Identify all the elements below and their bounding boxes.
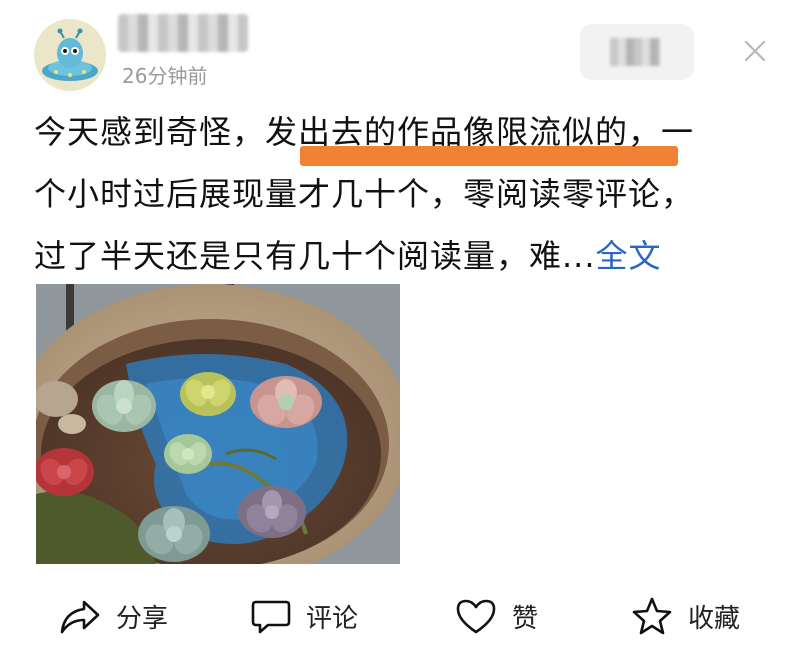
post-text-segment: ，一 [628,113,695,151]
close-button[interactable] [740,36,770,66]
post-text-segment: 今天感到奇怪， [34,113,266,151]
post-line-2: 个小时过后展现量才几十个，零阅读零评论， [34,175,695,213]
comment-label: 评论 [306,603,359,634]
share-icon [60,600,100,634]
star-icon [632,597,672,635]
alien-avatar-icon [34,19,106,91]
action-bar: 分享 评论 赞 收藏 [0,590,800,645]
post-card: 26分钟前 今天感到奇怪，发出去的作品像限流似的，一 个小时过后展现量才几十个，… [0,0,800,645]
post-time: 26分钟前 [122,64,208,88]
succulent-pot-image [36,284,400,564]
post-image[interactable] [36,284,400,564]
share-button[interactable]: 分享 [58,594,168,638]
read-more-link[interactable]: 全文 [596,237,662,275]
highlighted-text: 发出去的作品像限流似的 [265,113,629,151]
follow-button[interactable] [580,24,694,80]
post-body[interactable]: 今天感到奇怪，发出去的作品像限流似的，一 个小时过后展现量才几十个，零阅读零评论… [34,101,774,287]
share-label: 分享 [116,603,169,634]
post-line-1: 今天感到奇怪，发出去的作品像限流似的，一 [34,101,774,163]
favorite-button[interactable]: 收藏 [630,594,740,638]
comment-icon [251,600,291,634]
post-line-3: 过了半天还是只有几十个阅读量，难...全文 [34,225,774,287]
like-button[interactable]: 赞 [454,594,538,638]
comment-button[interactable]: 评论 [250,594,358,638]
avatar[interactable] [34,19,106,91]
follow-label-redacted [610,38,660,66]
heart-icon [456,599,496,634]
like-label: 赞 [512,603,539,634]
close-icon [744,40,766,62]
username-redacted[interactable] [118,14,248,52]
post-text-segment: 过了半天还是只有几十个阅读量，难... [34,237,596,275]
favorite-label: 收藏 [688,603,741,634]
